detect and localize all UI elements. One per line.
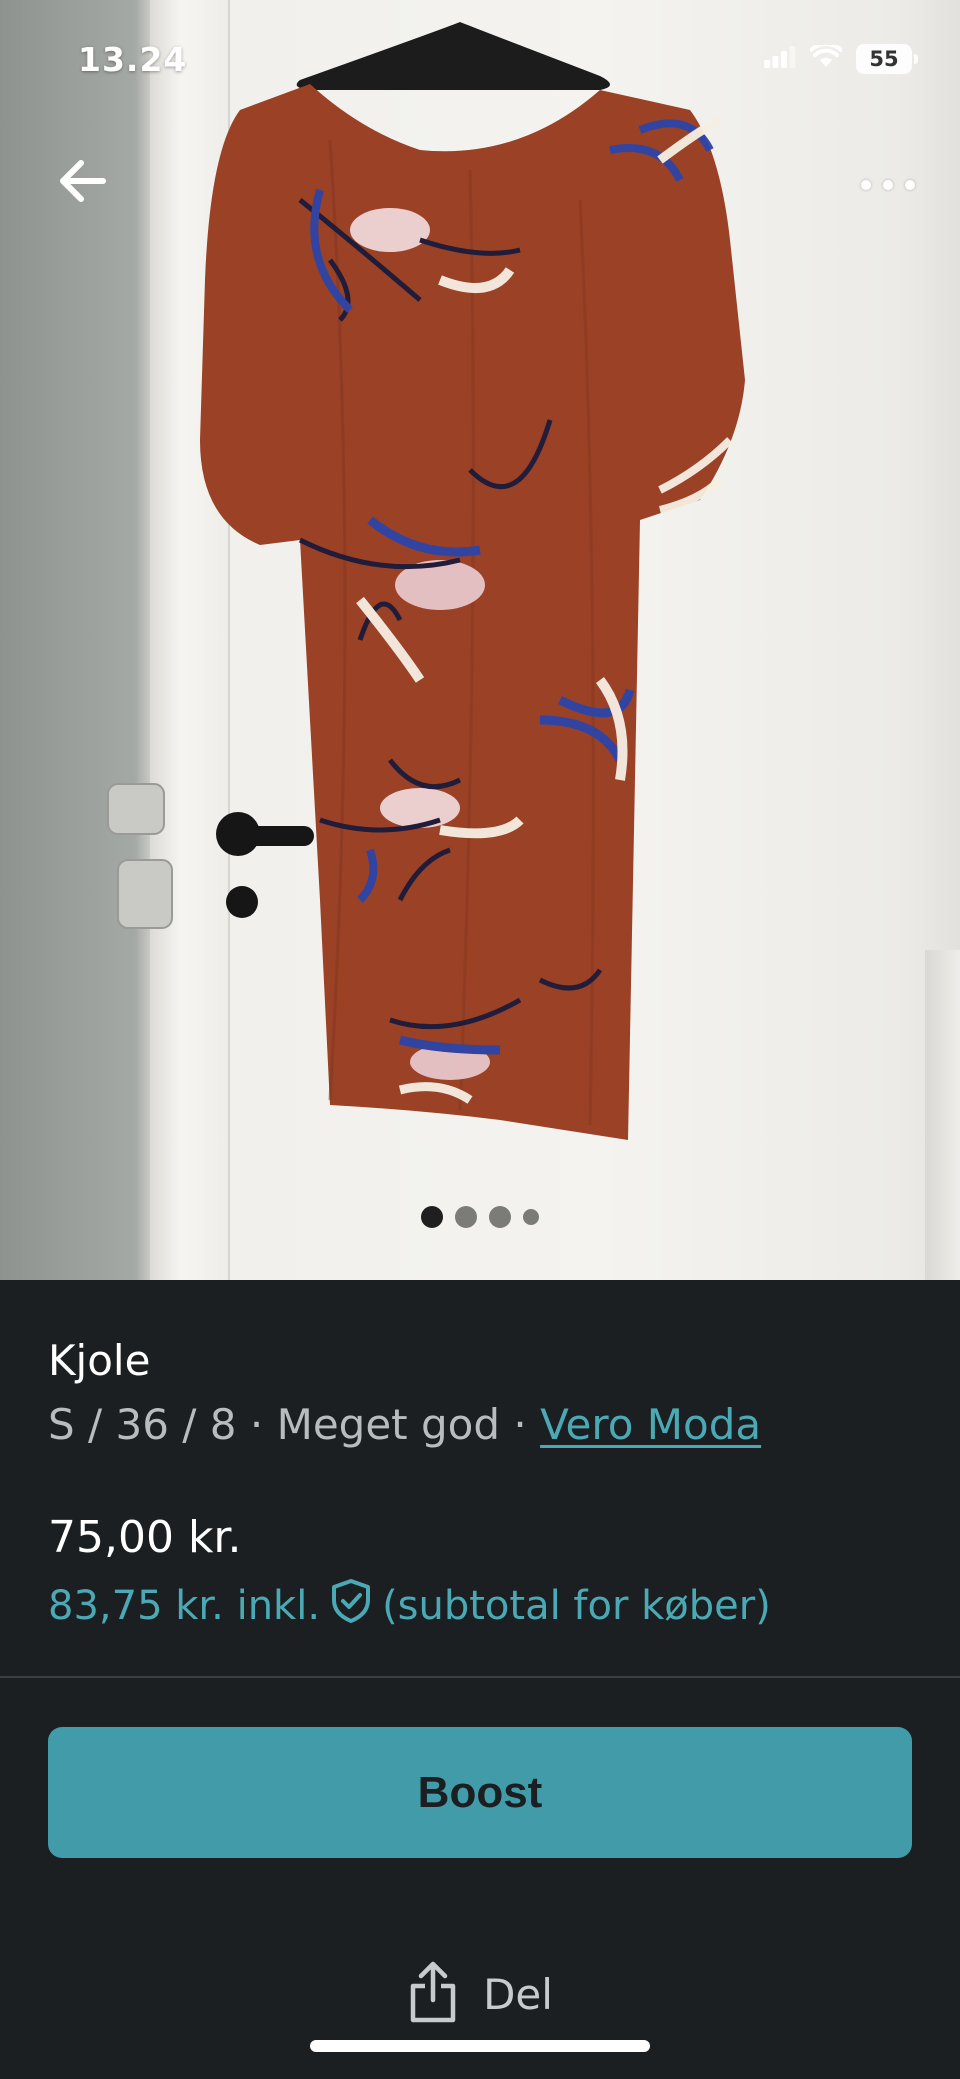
meta-separator: · bbox=[500, 1400, 541, 1449]
gallery-dot-4[interactable] bbox=[523, 1209, 539, 1225]
gallery-dot-1[interactable] bbox=[421, 1206, 443, 1228]
subtotal-note: (subtotal for køber) bbox=[382, 1583, 771, 1629]
gallery-pagination bbox=[0, 1206, 960, 1228]
dress-illustration bbox=[107, 6, 745, 1140]
arrow-left-icon bbox=[60, 160, 106, 202]
listing-details: Kjole S / 36 / 8 · Meget god · Vero Moda… bbox=[0, 1280, 960, 2079]
battery-icon: 55 bbox=[856, 44, 918, 74]
product-photo[interactable]: 13.24 55 bbox=[0, 0, 960, 1280]
buyer-subtotal[interactable]: 83,75 kr. inkl. (subtotal for køber) bbox=[48, 1578, 771, 1634]
subtotal-amount: 83,75 kr. inkl. bbox=[48, 1583, 321, 1629]
share-button[interactable]: Del bbox=[0, 1960, 960, 2028]
boost-button[interactable]: Boost bbox=[48, 1727, 912, 1858]
shield-check-icon bbox=[330, 1578, 372, 1634]
gallery-dot-2[interactable] bbox=[455, 1206, 477, 1228]
share-label: Del bbox=[483, 1969, 553, 2019]
listing-screen: 13.24 55 Kjole S / 36 / 8 · Meget god · … bbox=[0, 0, 960, 2079]
more-options-button[interactable] bbox=[848, 150, 928, 220]
status-bar: 13.24 55 bbox=[0, 0, 960, 120]
back-button[interactable] bbox=[48, 146, 118, 216]
listing-condition: Meget god bbox=[276, 1400, 501, 1449]
section-divider bbox=[0, 1676, 960, 1678]
brand-link[interactable]: Vero Moda bbox=[540, 1400, 761, 1449]
wifi-icon bbox=[809, 42, 843, 73]
home-indicator[interactable] bbox=[310, 2040, 650, 2052]
listing-meta: S / 36 / 8 · Meget god · Vero Moda bbox=[48, 1400, 761, 1449]
ellipsis-icon bbox=[861, 180, 871, 190]
listing-title: Kjole bbox=[48, 1336, 151, 1385]
gallery-dot-3[interactable] bbox=[489, 1206, 511, 1228]
status-icons: 55 bbox=[764, 42, 918, 76]
share-icon bbox=[407, 1960, 459, 2028]
listing-size: S / 36 / 8 bbox=[48, 1400, 237, 1449]
cellular-signal-icon bbox=[764, 46, 796, 72]
meta-separator: · bbox=[236, 1400, 277, 1449]
listing-price: 75,00 kr. bbox=[48, 1512, 242, 1563]
status-time: 13.24 bbox=[78, 40, 188, 79]
